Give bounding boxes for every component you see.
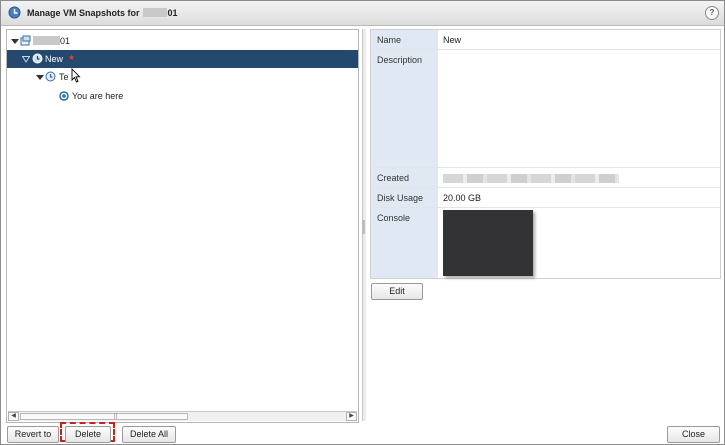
manage-snapshots-dialog: Manage VM Snapshots for 01 ? 01 New ★ Te… [0, 0, 725, 445]
revert-to-button[interactable]: Revert to [7, 426, 59, 443]
scroll-left-icon[interactable]: ◀ [8, 412, 19, 421]
close-button[interactable]: Close [667, 426, 720, 443]
details-row-console: Console [371, 208, 720, 277]
details-row-name: Name New [371, 30, 720, 50]
redacted-vm-name [142, 8, 167, 17]
vm-icon [20, 35, 31, 46]
tree-item-label: Te [59, 72, 69, 82]
dialog-title-prefix: Manage VM Snapshots for [27, 8, 140, 18]
snapshot-tree-panel: 01 New ★ Te You are here ◀ ⠿ ▶ [6, 29, 359, 423]
name-value: New [443, 35, 462, 45]
splitter-grip-icon[interactable] [362, 220, 365, 234]
disk-usage-value: 20.00 GB [443, 193, 482, 203]
tree-root-suffix: 01 [60, 36, 71, 46]
tree-root-row[interactable]: 01 [7, 32, 358, 50]
you-are-here-icon [59, 91, 69, 101]
expand-arrow-icon[interactable] [11, 37, 19, 45]
dialog-title: Manage VM Snapshots for 01 [27, 8, 178, 18]
snapshot-details-panel: Name New Description Created Disk Usage … [370, 29, 721, 279]
tree-item-new[interactable]: New ★ [7, 50, 358, 68]
redacted-root-name [33, 36, 60, 45]
collapse-arrow-icon[interactable] [22, 55, 30, 63]
details-row-description: Description [371, 50, 720, 168]
disk-usage-label: Disk Usage [377, 193, 424, 203]
console-label: Console [377, 213, 411, 223]
description-label: Description [377, 55, 423, 65]
tree-item-te[interactable]: Te [7, 68, 358, 86]
current-state-star-icon: ★ [68, 53, 76, 62]
mouse-cursor-icon [71, 68, 81, 83]
details-row-created: Created [371, 168, 720, 188]
tree-item-you-are-here[interactable]: You are here [7, 87, 358, 105]
name-label: Name [377, 35, 402, 45]
tree-item-label: New [45, 54, 64, 64]
delete-all-button[interactable]: Delete All [122, 426, 176, 443]
snapshot-icon [45, 71, 56, 82]
scrollbar-thumb[interactable]: ⠿ [20, 413, 188, 421]
horizontal-scrollbar[interactable]: ◀ ⠿ ▶ [8, 411, 357, 421]
console-thumbnail[interactable] [443, 210, 533, 276]
delete-button[interactable]: Delete [65, 426, 111, 443]
created-label: Created [377, 173, 410, 183]
snapshot-manager-icon [8, 6, 21, 19]
help-icon[interactable]: ? [705, 6, 719, 20]
edit-button[interactable]: Edit [371, 283, 423, 300]
expand-arrow-icon[interactable] [36, 73, 44, 81]
grip-icon: ⠿ [113, 414, 119, 421]
snapshot-icon [32, 53, 43, 64]
title-bar: Manage VM Snapshots for 01 ? [1, 1, 724, 26]
scroll-right-icon[interactable]: ▶ [346, 412, 357, 421]
dialog-title-suffix: 01 [167, 8, 178, 18]
redacted-created-value [443, 174, 619, 183]
tree-item-label: You are here [72, 91, 124, 101]
details-row-disk-usage: Disk Usage 20.00 GB [371, 188, 720, 208]
